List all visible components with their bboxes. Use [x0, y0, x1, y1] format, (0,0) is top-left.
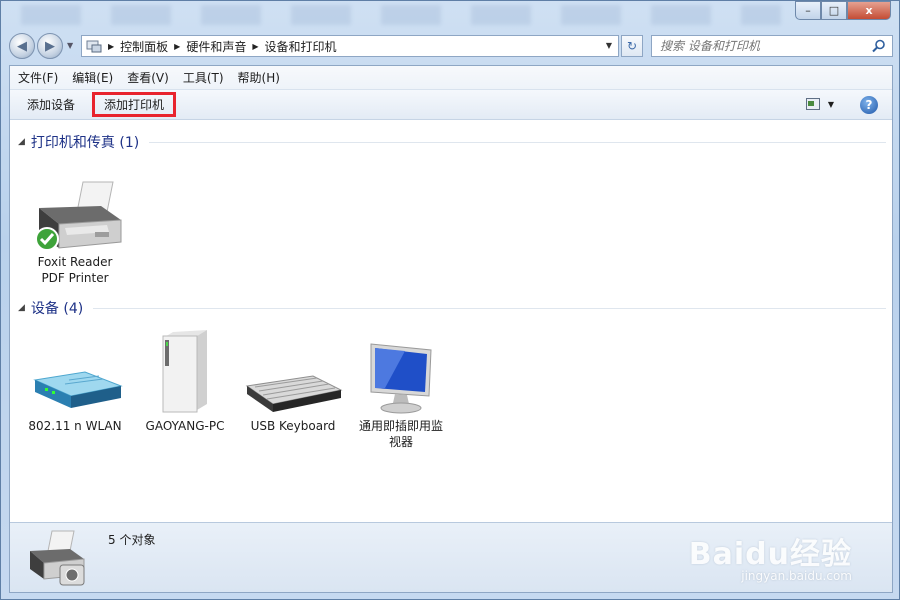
menu-file[interactable]: 文件(F): [18, 69, 58, 86]
add-device-button[interactable]: 添加设备: [18, 93, 84, 116]
back-button[interactable]: ◀: [9, 33, 35, 59]
view-dropdown-icon: ▼: [827, 99, 834, 109]
content-panel: 文件(F) 编辑(E) 查看(V) 工具(T) 帮助(H) 添加设备 添加打印机…: [9, 65, 893, 593]
menu-help[interactable]: 帮助(H): [238, 69, 280, 86]
computer-tower-icon: [130, 330, 240, 416]
search-box: [651, 35, 893, 57]
baidu-logo: Baidu经验: [688, 537, 852, 572]
help-button[interactable]: ?: [860, 96, 878, 114]
watermark: Baidu经验 jingyan.baidu.com: [689, 529, 852, 583]
device-item-pnp-monitor[interactable]: 通用即插即用监 视器: [346, 330, 456, 450]
search-icon[interactable]: [872, 39, 886, 56]
breadcrumb-separator-icon: ▶: [174, 41, 181, 51]
breadcrumb-control-panel[interactable]: 控制面板: [120, 38, 168, 55]
device-label-line1: USB Keyboard: [250, 419, 336, 433]
recent-pages-chevron-icon[interactable]: ▼: [67, 41, 73, 50]
details-pane: 5 个对象 Baidu经验 jingyan.baidu.com: [10, 522, 892, 592]
command-bar: 添加设备 添加打印机 ▼ ?: [10, 90, 892, 120]
control-panel-icon: [86, 39, 102, 53]
view-icon: [805, 98, 820, 110]
refresh-button[interactable]: ↻: [621, 35, 643, 57]
address-dropdown-icon[interactable]: ▼: [606, 41, 612, 50]
forward-arrow-icon: ▶: [45, 38, 55, 54]
blurred-title-bar: [21, 5, 781, 25]
collapse-triangle-icon[interactable]: ◢: [18, 303, 25, 313]
group-divider: [149, 141, 886, 143]
breadcrumb-separator-icon: ▶: [108, 41, 115, 51]
device-item-foxit-printer[interactable]: Foxit Reader PDF Printer: [20, 166, 130, 286]
device-label-line1: GAOYANG-PC: [145, 419, 225, 433]
breadcrumb-separator-icon: ▶: [252, 41, 259, 51]
default-checkmark-icon: [35, 227, 59, 251]
device-item-usb-keyboard[interactable]: USB Keyboard: [238, 330, 348, 434]
breadcrumb-hardware-sound[interactable]: 硬件和声音: [186, 38, 246, 55]
collapse-triangle-icon[interactable]: ◢: [18, 137, 25, 147]
menu-edit[interactable]: 编辑(E): [72, 69, 113, 86]
group-title: 打印机和传真 (1): [30, 135, 140, 151]
refresh-icon: ↻: [626, 39, 638, 53]
keyboard-icon: [238, 330, 348, 416]
menu-bar: 文件(F) 编辑(E) 查看(V) 工具(T) 帮助(H): [10, 66, 892, 90]
minimize-button[interactable]: –: [795, 1, 821, 20]
maximize-button[interactable]: □: [821, 1, 847, 20]
device-item-gaoyang-pc[interactable]: GAOYANG-PC: [130, 330, 240, 434]
group-header-printers[interactable]: ◢ 打印机和传真 (1): [18, 132, 886, 152]
group-title: 设备 (4): [30, 301, 84, 317]
device-label-line1: Foxit Reader: [37, 255, 113, 269]
breadcrumb-devices-printers[interactable]: 设备和打印机: [265, 38, 337, 55]
router-icon: [20, 330, 130, 416]
navigation-bar: ◀ ▶ ▼ ▶ 控制面板 ▶ 硬件和声音 ▶ 设备和打印机 ▼ ↻: [9, 33, 893, 59]
device-label-line1: 802.11 n WLAN: [28, 419, 122, 433]
group-header-devices[interactable]: ◢ 设备 (4): [18, 298, 886, 318]
address-bar[interactable]: ▶ 控制面板 ▶ 硬件和声音 ▶ 设备和打印机 ▼: [81, 35, 619, 57]
object-count: 5 个对象: [108, 533, 156, 547]
add-printer-button[interactable]: 添加打印机: [92, 92, 177, 117]
menu-tools[interactable]: 工具(T): [183, 69, 224, 86]
caption-buttons: – □ x: [795, 1, 891, 20]
device-item-wlan[interactable]: 802.11 n WLAN: [20, 330, 130, 434]
forward-button[interactable]: ▶: [37, 33, 63, 59]
device-label-line2: 视器: [388, 435, 413, 449]
search-input[interactable]: [660, 39, 860, 53]
menu-view[interactable]: 查看(V): [127, 69, 169, 86]
device-label-line2: PDF Printer: [41, 271, 109, 285]
explorer-window: – □ x ◀ ▶ ▼ ▶ 控制面板 ▶ 硬件和声音 ▶ 设备和打印机 ▼ ↻: [0, 0, 900, 600]
close-button[interactable]: x: [847, 1, 891, 20]
printer-icon: [20, 166, 130, 252]
status-printer-camera-icon: [26, 529, 92, 592]
monitor-icon: [346, 330, 456, 416]
help-icon: ?: [865, 98, 873, 112]
back-arrow-icon: ◀: [17, 38, 27, 54]
change-view-button[interactable]: ▼: [805, 98, 834, 110]
device-label-line1: 通用即插即用监: [358, 419, 443, 433]
group-divider: [93, 307, 886, 309]
